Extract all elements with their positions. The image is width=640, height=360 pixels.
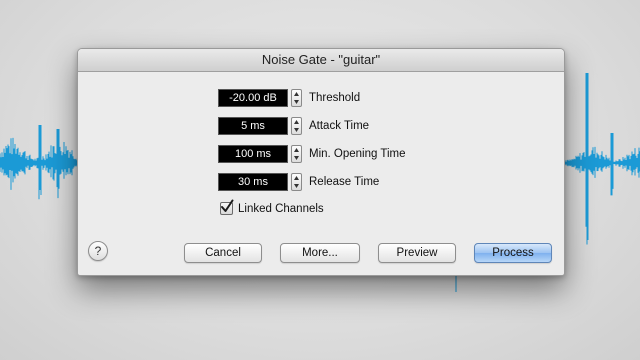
threshold-label: Threshold xyxy=(309,92,361,104)
cancel-button[interactable]: Cancel xyxy=(184,243,262,263)
release-time-stepper[interactable] xyxy=(291,173,302,191)
attack-time-label: Attack Time xyxy=(309,120,370,132)
checkmark-icon xyxy=(221,199,234,212)
threshold-field[interactable]: -20.00 dB xyxy=(218,89,288,107)
min-opening-time-stepper[interactable] xyxy=(291,145,302,163)
stepper-arrows-icon xyxy=(294,176,299,188)
attack-time-stepper[interactable] xyxy=(291,117,302,135)
min-opening-time-row: 100 ms Min. Opening Time xyxy=(218,145,406,163)
threshold-row: -20.00 dB Threshold xyxy=(218,89,360,107)
attack-time-row: 5 ms Attack Time xyxy=(218,117,369,135)
release-time-field[interactable]: 30 ms xyxy=(218,173,288,191)
linked-channels-label: Linked Channels xyxy=(238,202,324,215)
noise-gate-dialog: Noise Gate - "guitar" -20.00 dB Threshol… xyxy=(77,48,565,276)
min-opening-time-field[interactable]: 100 ms xyxy=(218,145,288,163)
linked-channels-checkbox[interactable] xyxy=(220,199,234,215)
stepper-arrows-icon xyxy=(294,120,299,132)
attack-time-field[interactable]: 5 ms xyxy=(218,117,288,135)
min-opening-time-label: Min. Opening Time xyxy=(309,148,406,160)
process-button[interactable]: Process xyxy=(474,243,552,263)
release-time-label: Release Time xyxy=(309,176,380,188)
waveform-right xyxy=(562,73,640,245)
waveform-left xyxy=(0,125,78,200)
more-button[interactable]: More... xyxy=(280,243,360,263)
stepper-arrows-icon xyxy=(294,92,299,104)
preview-button[interactable]: Preview xyxy=(378,243,456,263)
release-time-row: 30 ms Release Time xyxy=(218,173,379,191)
stepper-arrows-icon xyxy=(294,148,299,160)
help-icon[interactable]: ? xyxy=(88,241,108,261)
linked-channels-row: Linked Channels xyxy=(220,199,324,215)
dialog-title[interactable]: Noise Gate - "guitar" xyxy=(78,49,564,72)
threshold-stepper[interactable] xyxy=(291,89,302,107)
